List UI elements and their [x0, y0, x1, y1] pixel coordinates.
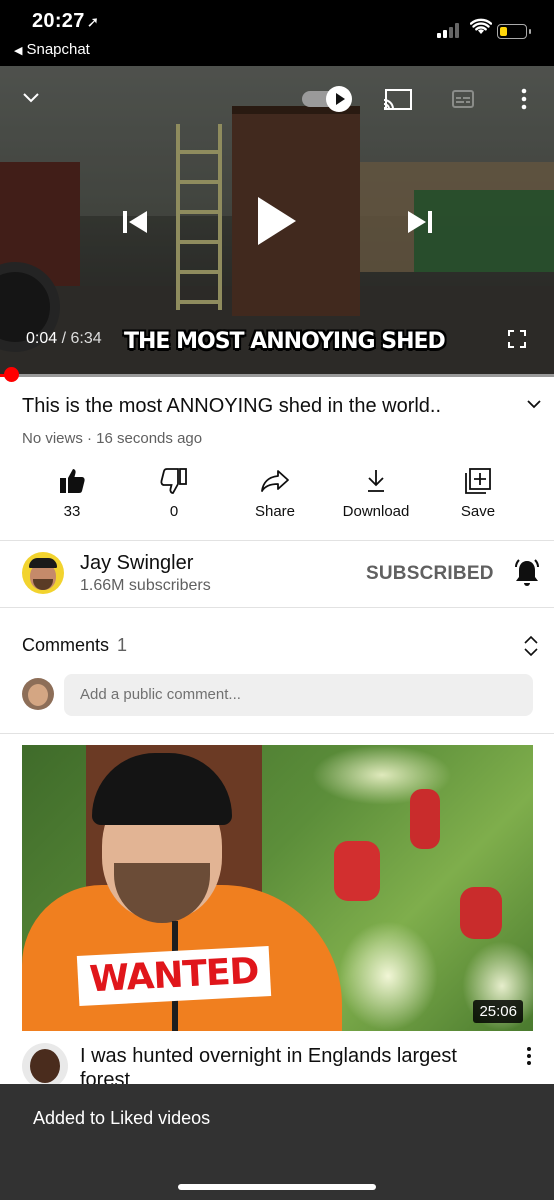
- cast-icon[interactable]: [383, 88, 413, 112]
- comments-header[interactable]: Comments 1: [22, 635, 127, 656]
- snackbar-message: Added to Liked videos: [33, 1108, 211, 1128]
- previous-icon[interactable]: [121, 208, 149, 236]
- location-arrow-icon: ➚: [86, 14, 100, 31]
- share-label: Share: [254, 503, 296, 520]
- total-duration: 6:34: [70, 330, 102, 347]
- save-playlist-icon: [428, 466, 528, 496]
- video-duration-badge: 25:06: [473, 1000, 523, 1023]
- channel-name[interactable]: Jay Swingler: [80, 552, 193, 575]
- next-icon[interactable]: [406, 208, 434, 236]
- action-bar: 33 0 Share Download Save: [0, 466, 554, 526]
- save-label: Save: [460, 503, 496, 520]
- thumbs-up-filled-icon: [22, 466, 122, 496]
- battery-level: [500, 27, 507, 36]
- like-button[interactable]: 33: [22, 466, 122, 520]
- back-triangle-icon: ◀: [14, 45, 23, 57]
- time-readout: 0:04 / 6:34: [26, 330, 102, 347]
- more-vert-icon[interactable]: [521, 88, 527, 110]
- fullscreen-icon[interactable]: [508, 330, 526, 348]
- progress-bar[interactable]: [0, 374, 554, 377]
- video-player[interactable]: 0:04 / 6:34 THE MOST ANNOYING SHED: [0, 66, 554, 376]
- download-button[interactable]: Download: [326, 466, 426, 520]
- video-overlay-title: THE MOST ANNOYING SHED: [124, 329, 446, 354]
- current-time: 0:04: [26, 330, 58, 347]
- channel-row: Jay Swingler 1.66M subscribers SUBSCRIBE…: [0, 543, 554, 607]
- notification-bell-icon[interactable]: [512, 558, 542, 588]
- download-label: Download: [342, 503, 410, 520]
- comments-count: 1: [117, 635, 128, 655]
- divider: [0, 540, 554, 541]
- back-app-label: Snapchat: [26, 41, 90, 58]
- save-button[interactable]: Save: [428, 466, 528, 520]
- comments-label: Comments: [22, 635, 110, 655]
- wifi-icon: [470, 18, 492, 34]
- share-icon: [225, 466, 325, 496]
- dislike-button[interactable]: 0: [124, 466, 224, 520]
- divider: [0, 607, 554, 608]
- battery-icon: [497, 24, 531, 39]
- expand-description-icon[interactable]: [526, 398, 542, 410]
- video-meta: No views · 16 seconds ago: [22, 430, 203, 447]
- captions-icon[interactable]: [452, 88, 474, 110]
- expand-comments-icon[interactable]: [522, 635, 540, 657]
- snackbar: Added to Liked videos: [0, 1084, 554, 1200]
- status-bar: 20:27 ➚ ◀ Snapchat: [0, 0, 554, 66]
- comment-input[interactable]: Add a public comment...: [64, 674, 533, 716]
- subscribed-button[interactable]: SUBSCRIBED: [366, 563, 494, 585]
- autoplay-toggle[interactable]: [302, 86, 352, 112]
- user-avatar: [22, 678, 54, 710]
- share-button[interactable]: Share: [225, 466, 325, 520]
- recommended-thumbnail[interactable]: WANTED 25:06: [22, 745, 533, 1031]
- wanted-text: WANTED: [88, 950, 260, 1001]
- divider: [0, 733, 554, 734]
- cellular-signal-icon: [437, 22, 463, 38]
- back-to-app-link[interactable]: ◀ Snapchat: [14, 41, 90, 58]
- wanted-sign: WANTED: [76, 946, 272, 1006]
- recommended-channel-avatar[interactable]: [22, 1043, 68, 1089]
- dislike-count: 0: [169, 503, 179, 520]
- scrubber-handle[interactable]: [4, 367, 19, 382]
- like-count: 33: [63, 503, 81, 520]
- more-vert-icon[interactable]: [526, 1046, 532, 1066]
- download-icon: [326, 466, 426, 496]
- status-time: 20:27 ➚: [32, 10, 100, 33]
- home-indicator[interactable]: [178, 1184, 376, 1190]
- subscriber-count: 1.66M subscribers: [80, 577, 211, 594]
- chevron-down-icon[interactable]: [22, 88, 40, 106]
- channel-avatar[interactable]: [22, 552, 64, 594]
- clock: 20:27: [32, 10, 85, 32]
- video-title[interactable]: This is the most ANNOYING shed in the wo…: [22, 395, 502, 418]
- thumbs-down-icon: [124, 466, 224, 496]
- autoplay-play-icon: [326, 86, 352, 112]
- play-icon[interactable]: [256, 196, 298, 246]
